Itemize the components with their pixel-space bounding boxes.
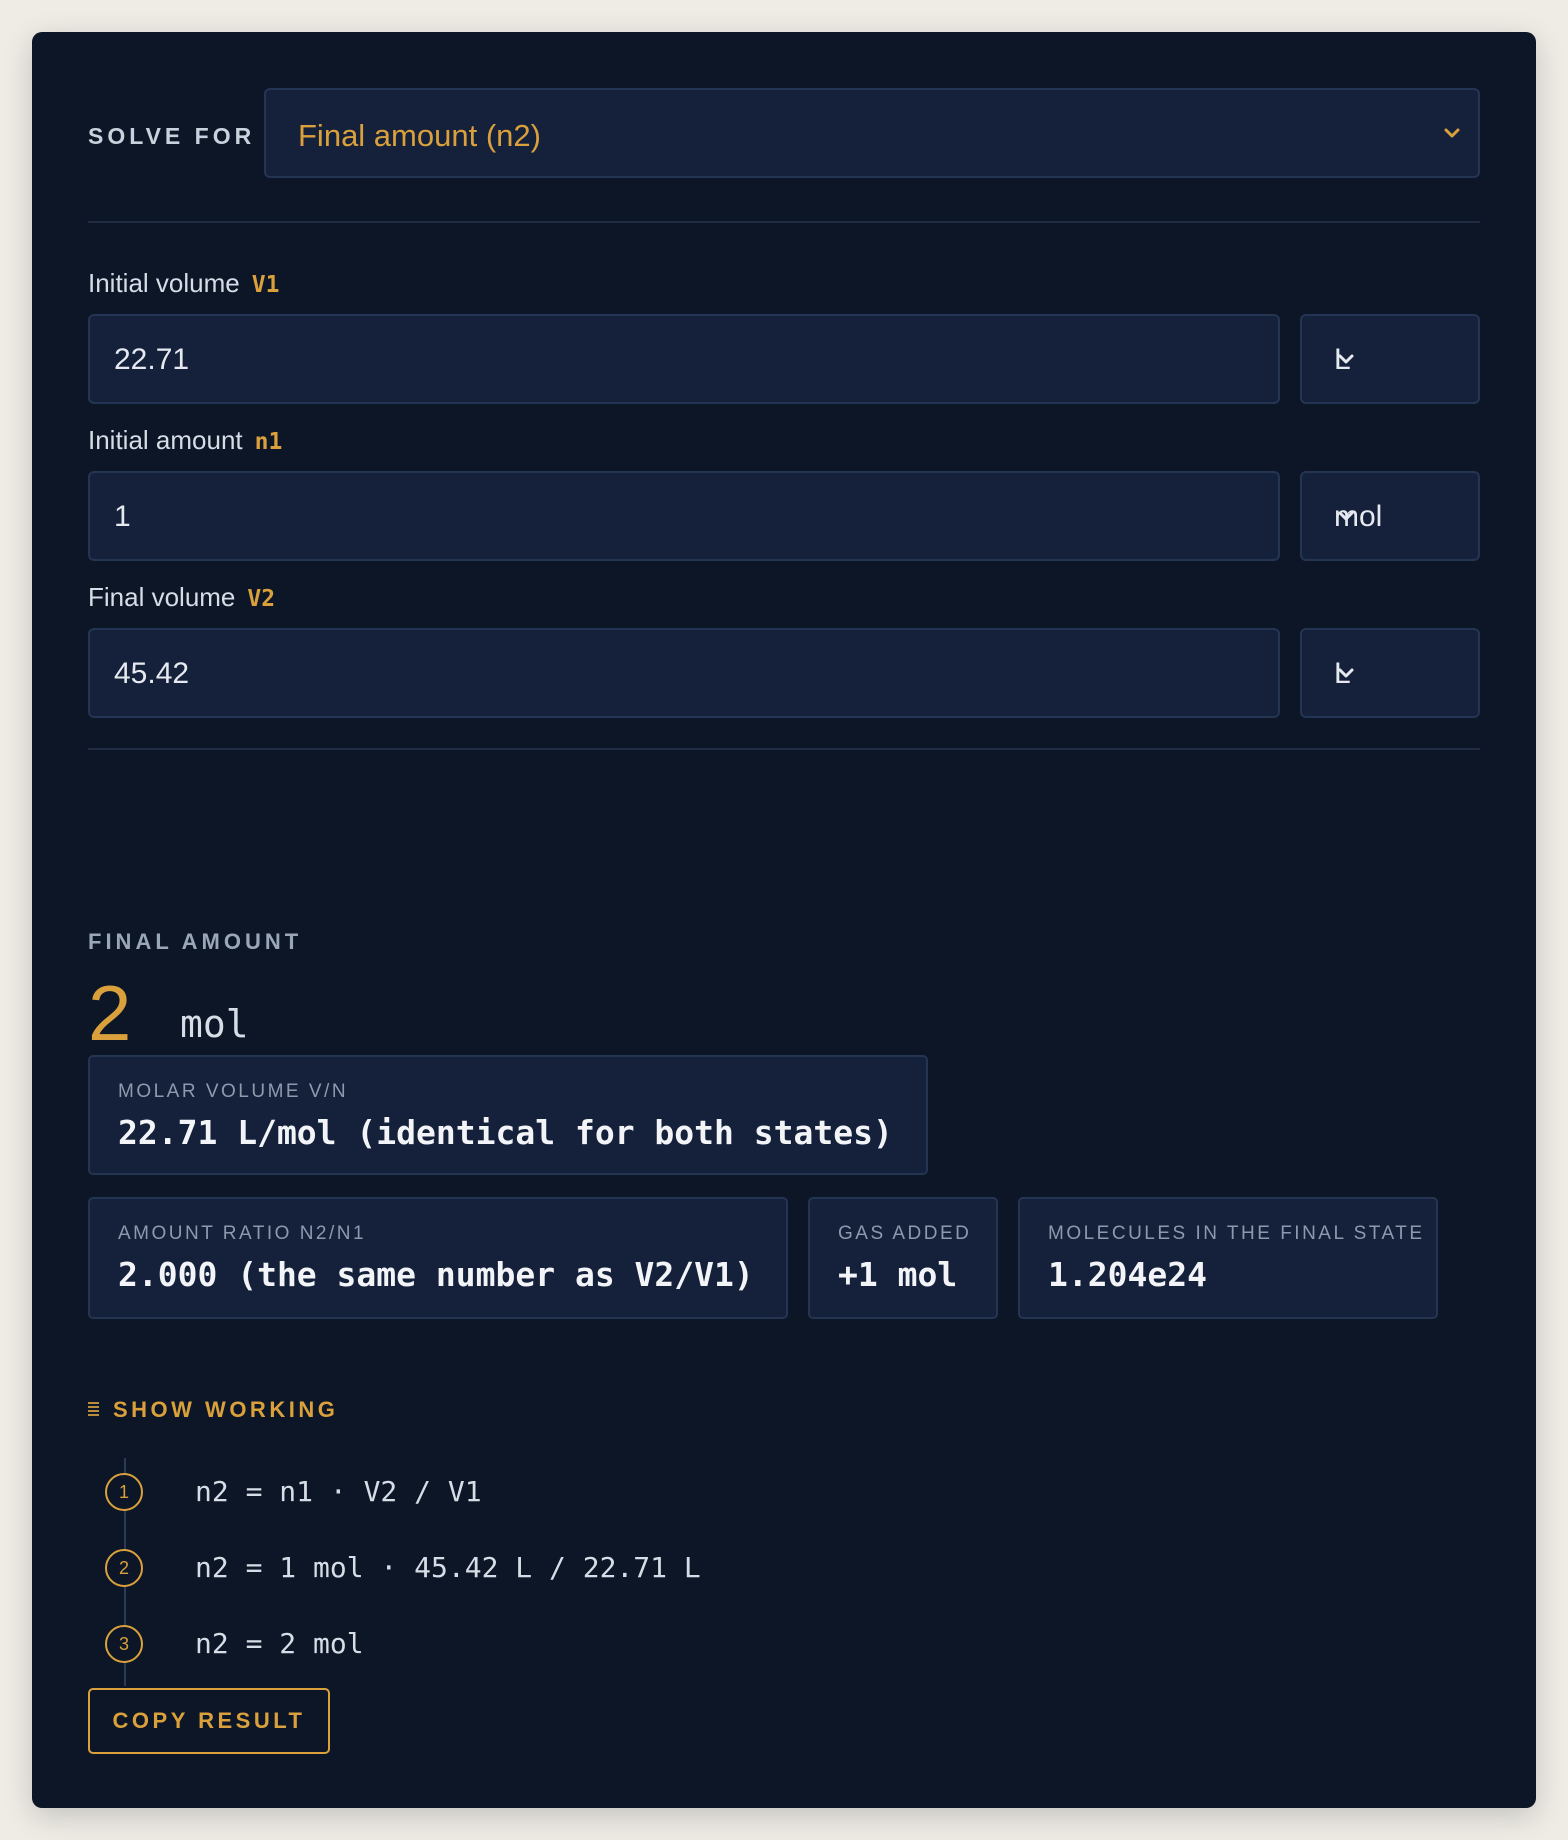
initial-amount-input[interactable]: 1: [88, 471, 1280, 561]
field-symbol: V2: [247, 586, 276, 612]
divider: [88, 748, 1480, 750]
stat-amount-ratio: AMOUNT RATIO N2/N1 2.000 (the same numbe…: [88, 1197, 788, 1319]
solve-for-label: SOLVE FOR: [88, 123, 256, 149]
final-volume-unit-select[interactable]: L: [1300, 628, 1480, 718]
show-working-toggle[interactable]: SHOW WORKING: [88, 1397, 338, 1423]
field-label-text: Initial volume: [88, 268, 240, 298]
working-step-text: n2 = 2 mol: [195, 1627, 364, 1660]
final-volume-input[interactable]: 45.42: [88, 628, 1280, 718]
solve-for-value: Final amount (n2): [298, 118, 541, 153]
input-value: 1: [114, 500, 131, 533]
initial-amount-unit-select[interactable]: mol: [1300, 471, 1480, 561]
initial-amount-label: Initial amount n1: [88, 425, 282, 456]
stat-molecules-final: MOLECULES IN THE FINAL STATE 1.204e24: [1018, 1197, 1438, 1319]
stat-gas-added: GAS ADDED +1 mol: [808, 1197, 998, 1319]
stat-label: AMOUNT RATIO N2/N1: [118, 1223, 367, 1244]
working-step-text: n2 = n1 · V2 / V1: [195, 1475, 482, 1508]
list-icon: [88, 1402, 99, 1418]
input-value: 22.71: [114, 343, 190, 376]
stat-molar-volume: MOLAR VOLUME V/N 22.71 L/mol (identical …: [88, 1055, 928, 1175]
copy-result-button[interactable]: COPY RESULT: [88, 1688, 330, 1754]
final-volume-label: Final volume V2: [88, 582, 275, 613]
calculator-card: SOLVE FOR Final amount (n2) Initial volu…: [32, 32, 1536, 1808]
field-symbol: V1: [251, 272, 280, 298]
result-value: 2: [88, 969, 132, 1057]
initial-volume-unit-select[interactable]: L: [1300, 314, 1480, 404]
show-working-label: SHOW WORKING: [113, 1397, 339, 1422]
chevron-down-icon: [1334, 347, 1358, 371]
stat-value: 22.71 L/mol (identical for both states): [118, 1113, 893, 1152]
chevron-down-icon: [1334, 504, 1358, 528]
chevron-down-icon: [1334, 661, 1358, 685]
working-step-text: n2 = 1 mol · 45.42 L / 22.71 L: [195, 1551, 701, 1584]
stat-label: MOLAR VOLUME V/N: [118, 1081, 349, 1102]
field-symbol: n1: [254, 429, 283, 455]
divider: [88, 221, 1480, 223]
solve-for-select[interactable]: Final amount (n2): [264, 88, 1480, 178]
input-value: 45.42: [114, 657, 190, 690]
step-number-badge: 1: [105, 1473, 143, 1511]
stat-value: 1.204e24: [1048, 1255, 1207, 1294]
field-label-text: Initial amount: [88, 425, 243, 455]
stat-value: 2.000 (the same number as V2/V1): [118, 1255, 754, 1294]
initial-volume-label: Initial volume V1: [88, 268, 279, 299]
stat-value: +1 mol: [838, 1255, 958, 1294]
stat-label: MOLECULES IN THE FINAL STATE: [1048, 1223, 1425, 1244]
step-number-badge: 3: [105, 1625, 143, 1663]
chevron-down-icon: [1440, 121, 1464, 145]
stat-label: GAS ADDED: [838, 1223, 972, 1244]
result-label: FINAL AMOUNT: [88, 929, 303, 954]
initial-volume-input[interactable]: 22.71: [88, 314, 1280, 404]
step-number-badge: 2: [105, 1549, 143, 1587]
field-label-text: Final volume: [88, 582, 236, 612]
result-unit: mol: [180, 1002, 249, 1046]
